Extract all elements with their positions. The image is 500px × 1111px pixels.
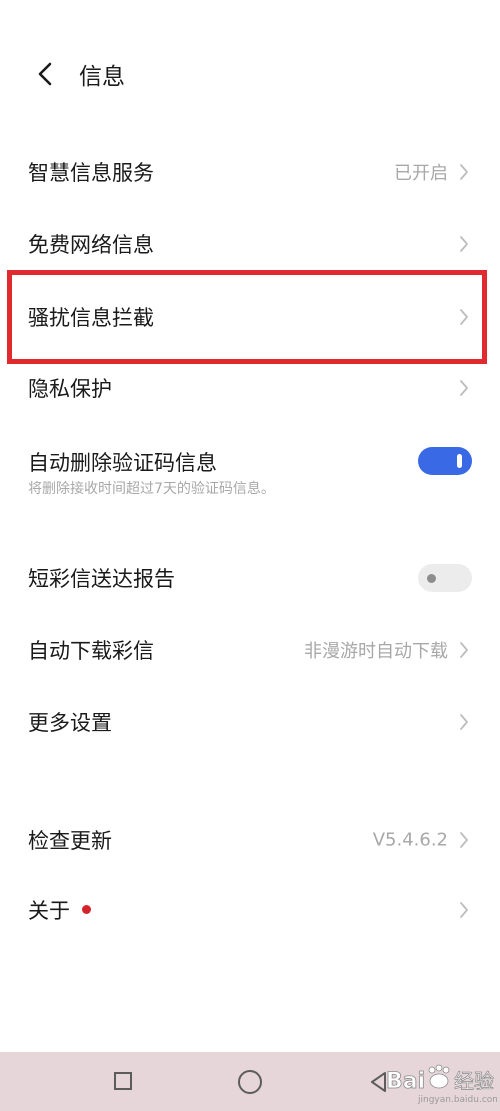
setting-privacy-protection[interactable]: 隐私保护 <box>0 353 500 423</box>
version-value: V5.4.6.2 <box>372 829 448 851</box>
setting-spam-message-blocking[interactable]: 骚扰信息拦截 <box>0 282 500 352</box>
chevron-right-icon <box>458 162 470 182</box>
page-title: 信息 <box>79 64 125 90</box>
setting-label: 检查更新 <box>28 829 112 853</box>
delivery-report-toggle[interactable] <box>418 564 472 592</box>
home-button[interactable] <box>238 1070 262 1094</box>
setting-label: 骚扰信息拦截 <box>28 306 154 330</box>
setting-value: 非漫游时自动下载 <box>304 641 448 662</box>
setting-free-network-message[interactable]: 免费网络信息 <box>0 209 500 279</box>
recent-apps-button[interactable] <box>114 1072 132 1090</box>
toggle-knob <box>427 574 436 583</box>
chevron-right-icon <box>458 234 470 254</box>
chevron-right-icon <box>458 307 470 327</box>
chevron-right-icon <box>458 378 470 398</box>
chevron-right-icon <box>458 900 470 920</box>
setting-about[interactable]: 关于 <box>0 875 500 945</box>
setting-label: 自动删除验证码信息 <box>28 451 217 475</box>
setting-delivery-report: 短彩信送达报告 <box>0 543 500 613</box>
auto-delete-toggle[interactable] <box>418 447 472 475</box>
system-navigation-bar <box>0 1052 500 1111</box>
setting-label: 更多设置 <box>28 711 112 735</box>
chevron-left-icon <box>38 62 52 86</box>
notification-dot <box>82 904 91 914</box>
setting-label: 智慧信息服务 <box>28 161 154 185</box>
setting-value: 已开启 <box>394 163 448 184</box>
setting-auto-download-mms[interactable]: 自动下载彩信 非漫游时自动下载 <box>0 615 500 685</box>
chevron-right-icon <box>458 830 470 850</box>
settings-screen: 信息 智慧信息服务 已开启 免费网络信息 骚扰信息拦截 隐私保护 自动删除验证码… <box>0 0 500 1111</box>
setting-auto-delete-verification-codes: 自动删除验证码信息 将删除接收时间超过7天的验证码信息。 <box>0 425 500 497</box>
back-button[interactable] <box>30 56 64 92</box>
setting-smart-message-service[interactable]: 智慧信息服务 已开启 <box>0 137 500 207</box>
setting-label: 自动下载彩信 <box>28 639 154 663</box>
system-back-button[interactable] <box>368 1070 388 1094</box>
setting-label-wrap: 关于 <box>28 895 91 925</box>
chevron-right-icon <box>458 712 470 732</box>
header-bar: 信息 <box>0 44 500 104</box>
setting-label: 短彩信送达报告 <box>28 567 175 591</box>
setting-label: 关于 <box>28 899 70 923</box>
setting-more-settings[interactable]: 更多设置 <box>0 687 500 757</box>
setting-label: 免费网络信息 <box>28 233 154 257</box>
triangle-back-icon <box>371 1072 386 1092</box>
setting-check-update[interactable]: 检查更新 V5.4.6.2 <box>0 805 500 875</box>
toggle-knob <box>457 454 462 468</box>
chevron-right-icon <box>458 640 470 660</box>
setting-label: 隐私保护 <box>28 377 112 401</box>
setting-description: 将删除接收时间超过7天的验证码信息。 <box>28 481 275 497</box>
